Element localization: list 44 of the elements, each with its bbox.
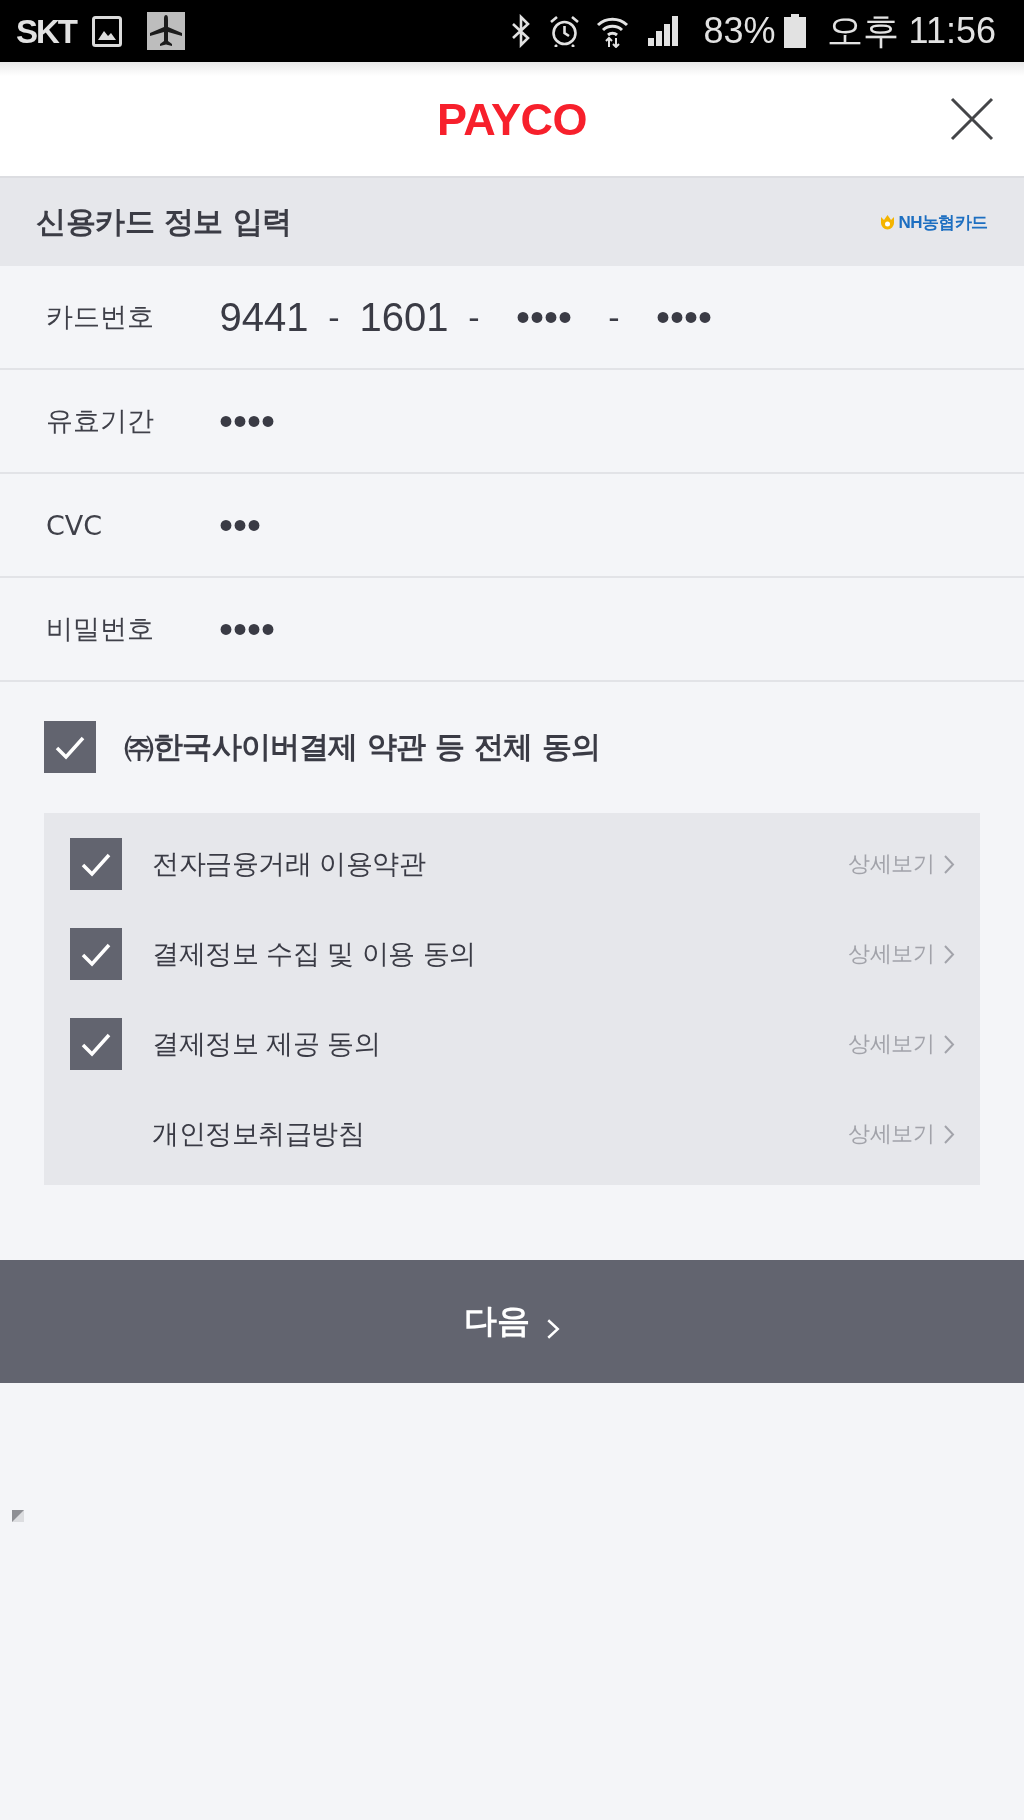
field-label: CVC [46, 509, 104, 541]
card-number-field[interactable]: •••• [631, 291, 737, 343]
input-field[interactable]: •••• [219, 395, 519, 447]
hyphen-separator: - [607, 297, 621, 337]
checkbox[interactable] [70, 928, 122, 980]
card-number-field[interactable]: 1601 [351, 291, 457, 343]
input-field[interactable]: ••• [219, 499, 519, 551]
triangle-icon [12, 1510, 24, 1522]
agree-all-label: ㈜한국사이버결제 약관 등 전체 동의 [124, 727, 601, 766]
battery-icon [783, 14, 806, 48]
signal-icon [646, 16, 680, 46]
card-brand-name: NH농협카드 [898, 211, 988, 234]
alarm-clock-icon [548, 15, 580, 47]
chevron-right-icon [546, 1317, 560, 1340]
chevron-right-icon [943, 1033, 955, 1055]
field-label: 비밀번호 [46, 612, 155, 646]
clock-time: 오후 11:56 [826, 13, 996, 49]
logo: PAYCO [436, 96, 588, 142]
checkbox[interactable] [44, 721, 96, 773]
image-icon [92, 15, 122, 47]
card-number-field[interactable]: •••• [491, 291, 597, 343]
hyphen-separator: - [467, 297, 481, 337]
terms-label: 결제정보 제공 동의 [152, 1027, 382, 1061]
emblem-icon [880, 214, 896, 230]
chevron-right-icon [943, 1123, 955, 1145]
hyphen-separator: - [327, 297, 341, 337]
close-icon [950, 97, 994, 141]
card-number-field[interactable]: 9441 [211, 291, 317, 343]
section-title: 신용카드 정보 입력 [36, 202, 292, 241]
battery-percentage: 83% [703, 13, 776, 49]
terms-label: 결제정보 수집 및 이용 동의 [152, 937, 477, 971]
close-button[interactable] [950, 97, 994, 141]
checkbox[interactable] [70, 1018, 122, 1070]
field-label: 카드번호 [46, 300, 155, 334]
field-label: 유효기간 [46, 404, 155, 438]
chevron-right-icon [943, 853, 955, 875]
terms-label: 개인정보취급방침 [152, 1117, 365, 1151]
carrier-name: SKT [16, 14, 76, 48]
terms-label: 전자금융거래 이용약관 [152, 847, 427, 881]
plane-icon [147, 12, 185, 50]
next-button[interactable]: 다음 [0, 1260, 1024, 1383]
input-field[interactable]: •••• [219, 603, 519, 655]
checkbox[interactable] [70, 838, 122, 890]
chevron-right-icon [943, 943, 955, 965]
